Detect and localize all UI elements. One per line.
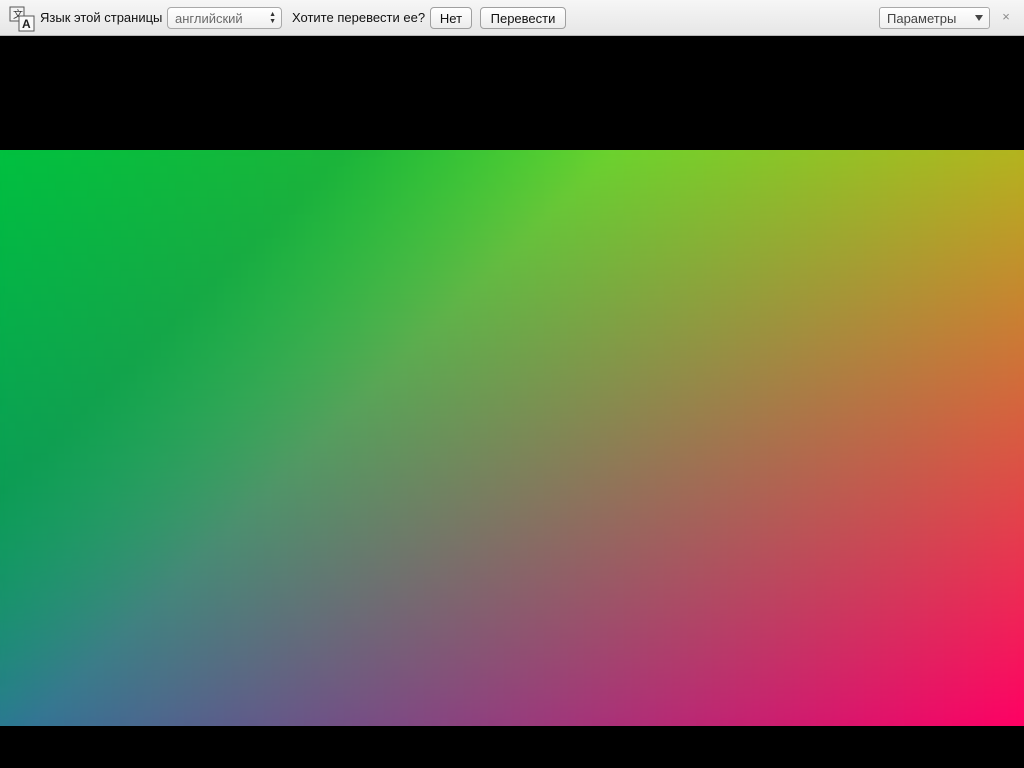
language-select[interactable]: английский ▲ ▼	[167, 7, 282, 29]
translate-bar: 文 A Язык этой страницы английский ▲ ▼ Хот…	[0, 0, 1024, 36]
no-button[interactable]: Нет	[430, 7, 472, 29]
gradient-canvas	[0, 150, 1024, 726]
translate-question-label: Хотите перевести ее?	[292, 10, 426, 25]
close-icon[interactable]: ×	[998, 9, 1014, 25]
translate-button[interactable]: Перевести	[480, 7, 566, 29]
options-dropdown[interactable]: Параметры	[879, 7, 990, 29]
translate-icon: 文 A	[9, 6, 35, 32]
dropdown-arrow-icon	[975, 15, 983, 21]
svg-text:A: A	[22, 17, 31, 31]
color-gradient-frame	[0, 150, 1024, 726]
select-arrows-icon: ▲ ▼	[269, 11, 276, 25]
video-player-area[interactable]	[0, 36, 1024, 768]
page-language-label: Язык этой страницы	[40, 10, 163, 25]
language-select-value: английский	[175, 11, 243, 26]
options-dropdown-label: Параметры	[887, 11, 957, 26]
